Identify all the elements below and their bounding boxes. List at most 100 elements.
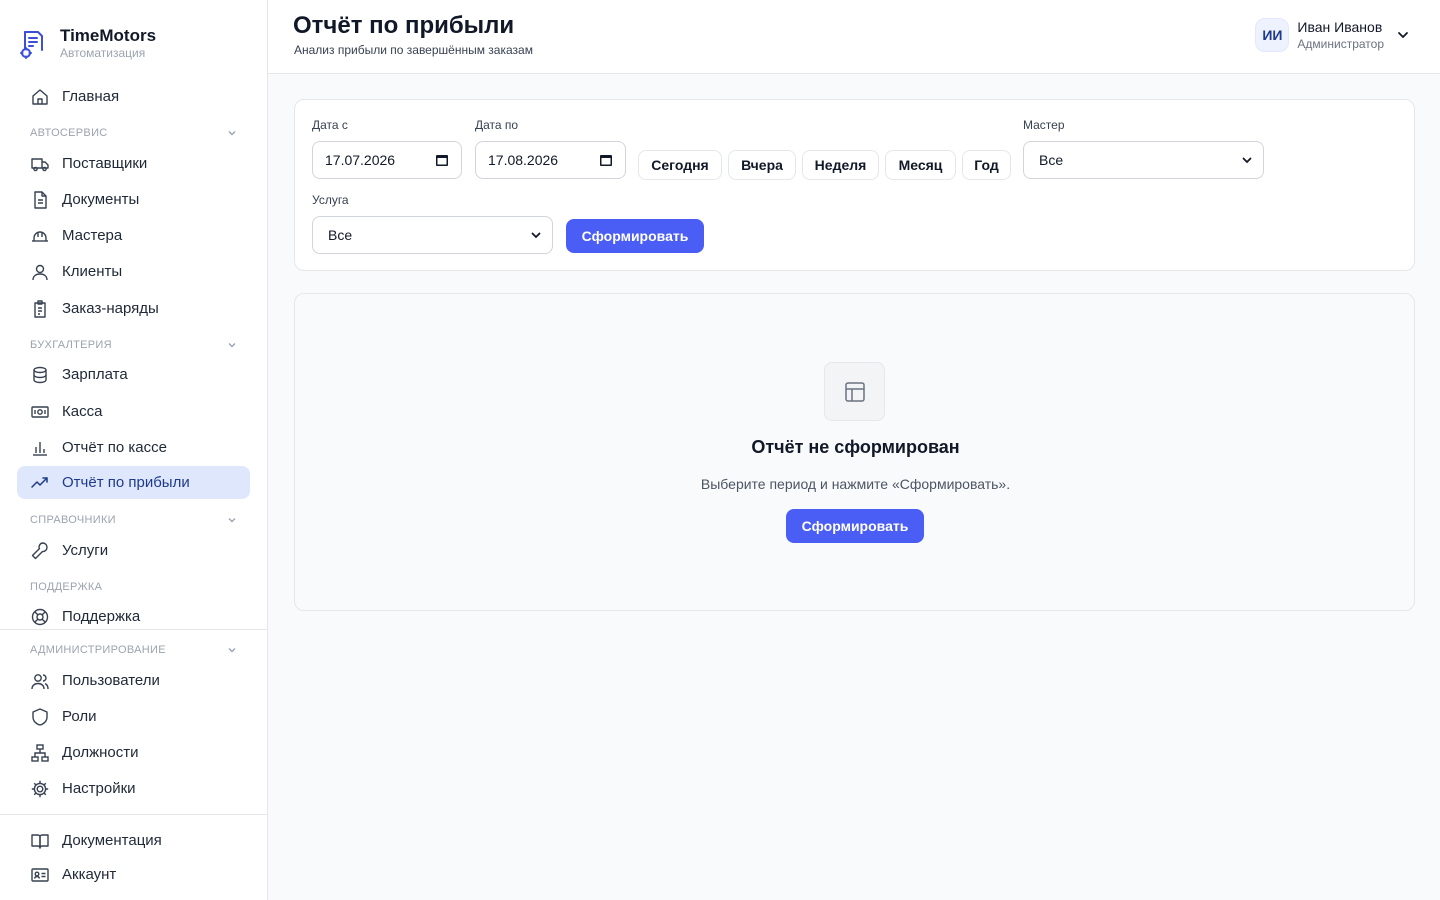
sidebar-item-label: Роли bbox=[62, 708, 97, 725]
date-from-input[interactable]: 17.07.2026 bbox=[312, 141, 462, 179]
sidebar-item-label: Документация bbox=[62, 832, 162, 849]
sidebar-item-roles[interactable]: Роли bbox=[17, 700, 250, 733]
page-title: Отчёт по прибыли bbox=[293, 12, 515, 39]
sidebar-item-label: Касса bbox=[62, 403, 103, 420]
date-from-value: 17.07.2026 bbox=[325, 152, 396, 168]
sidebar-item-cash[interactable]: Касса bbox=[17, 395, 250, 428]
sidebar-item-label: Поставщики bbox=[62, 155, 148, 172]
chevron-down-icon bbox=[228, 131, 236, 136]
empty-state: Отчёт не сформирован Выберите период и н… bbox=[294, 293, 1415, 611]
user-role: Администратор bbox=[1297, 37, 1384, 51]
sidebar-divider bbox=[0, 814, 267, 815]
section-label: АДМИНИСТРИРОВАНИЕ bbox=[30, 644, 166, 656]
section-label: БУХГАЛТЕРИЯ bbox=[30, 339, 112, 351]
quick-yesterday-button[interactable]: Вчера bbox=[728, 150, 796, 180]
chevron-down-icon bbox=[228, 648, 236, 653]
user-icon bbox=[30, 262, 50, 282]
bar-chart-icon bbox=[30, 438, 50, 458]
page-subtitle: Анализ прибыли по завершённым заказам bbox=[294, 43, 533, 57]
sidebar-item-orders[interactable]: Заказ-наряды bbox=[17, 292, 250, 325]
sidebar-item-documents[interactable]: Документы bbox=[17, 183, 250, 216]
org-chart-icon bbox=[30, 743, 50, 763]
sidebar-item-docs[interactable]: Документация bbox=[17, 824, 250, 857]
sidebar-item-label: Аккаунт bbox=[62, 866, 117, 883]
sidebar-divider bbox=[0, 629, 267, 630]
calendar-icon[interactable] bbox=[435, 153, 449, 167]
section-admin[interactable]: АДМИНИСТРИРОВАНИЕ bbox=[30, 643, 250, 657]
quick-today-button[interactable]: Сегодня bbox=[638, 150, 722, 180]
master-select[interactable]: Все bbox=[1023, 141, 1264, 179]
sidebar-item-clients[interactable]: Клиенты bbox=[17, 255, 250, 288]
date-to-label: Дата по bbox=[475, 118, 519, 132]
user-name: Иван Иванов bbox=[1297, 19, 1383, 35]
lifebuoy-icon bbox=[30, 607, 50, 627]
wrench-icon bbox=[30, 541, 50, 561]
section-autoservice[interactable]: АВТОСЕРВИС bbox=[30, 126, 250, 140]
master-label: Мастер bbox=[1023, 118, 1065, 132]
quick-year-button[interactable]: Год bbox=[962, 150, 1011, 180]
layout-icon bbox=[824, 362, 885, 421]
sidebar-item-label: Отчёт по прибыли bbox=[62, 474, 190, 491]
truck-icon bbox=[30, 154, 50, 174]
sidebar-item-settings[interactable]: Настройки bbox=[17, 772, 250, 805]
sidebar-item-profit-report[interactable]: Отчёт по прибыли bbox=[17, 466, 250, 499]
brand-subtitle: Автоматизация bbox=[60, 46, 146, 60]
sidebar-item-label: Клиенты bbox=[62, 263, 123, 280]
brand[interactable]: TimeMotors Автоматизация bbox=[17, 27, 156, 61]
filter-panel: Дата с 17.07.2026 Дата по 17.08.2026 Сег… bbox=[294, 99, 1415, 271]
sidebar-item-users[interactable]: Пользователи bbox=[17, 664, 250, 697]
date-to-value: 17.08.2026 bbox=[488, 152, 559, 168]
empty-state-text: Выберите период и нажмите «Сформировать»… bbox=[700, 476, 1011, 492]
quick-week-button[interactable]: Неделя bbox=[802, 150, 879, 180]
sidebar: TimeMotors Автоматизация Главная АВТОСЕР… bbox=[0, 0, 268, 900]
sidebar-item-services[interactable]: Услуги bbox=[17, 534, 250, 567]
master-select-value: Все bbox=[1039, 152, 1064, 168]
shield-icon bbox=[30, 707, 50, 727]
section-references[interactable]: СПРАВОЧНИКИ bbox=[30, 513, 250, 527]
sidebar-item-home[interactable]: Главная bbox=[17, 80, 250, 113]
sidebar-item-label: Поддержка bbox=[62, 608, 141, 625]
sidebar-item-label: Настройки bbox=[62, 780, 136, 797]
clipboard-icon bbox=[30, 299, 50, 319]
chevron-down-icon bbox=[228, 343, 236, 348]
user-menu[interactable]: ИИ Иван Иванов Администратор bbox=[1255, 18, 1410, 52]
section-support: ПОДДЕРЖКА bbox=[30, 580, 250, 594]
sidebar-item-label: Зарплата bbox=[62, 366, 128, 383]
sidebar-item-label: Мастера bbox=[62, 227, 123, 244]
date-from-label: Дата с bbox=[312, 118, 348, 132]
quick-month-button[interactable]: Месяц bbox=[885, 150, 956, 180]
book-icon bbox=[30, 831, 50, 851]
service-label: Услуга bbox=[312, 193, 349, 207]
banknote-icon bbox=[30, 402, 50, 422]
service-select-value: Все bbox=[328, 227, 353, 243]
sidebar-item-label: Главная bbox=[62, 88, 120, 105]
sidebar-item-positions[interactable]: Должности bbox=[17, 736, 250, 769]
empty-state-generate-button[interactable]: Сформировать bbox=[786, 509, 924, 543]
avatar: ИИ bbox=[1255, 18, 1290, 52]
page-header: Отчёт по прибыли Анализ прибыли по завер… bbox=[268, 0, 1440, 74]
chevron-down-icon bbox=[1242, 157, 1252, 164]
sidebar-item-salary[interactable]: Зарплата bbox=[17, 358, 250, 391]
generate-report-button[interactable]: Сформировать bbox=[566, 219, 704, 253]
sidebar-item-account[interactable]: Аккаунт bbox=[17, 858, 250, 891]
chevron-down-icon bbox=[228, 518, 236, 523]
users-icon bbox=[30, 671, 50, 691]
gear-icon bbox=[30, 779, 50, 799]
section-label: СПРАВОЧНИКИ bbox=[30, 514, 116, 526]
service-select[interactable]: Все bbox=[312, 216, 553, 254]
sidebar-item-label: Пользователи bbox=[62, 672, 160, 689]
sidebar-item-suppliers[interactable]: Поставщики bbox=[17, 147, 250, 180]
empty-state-title: Отчёт не сформирован bbox=[751, 437, 960, 457]
sidebar-item-label: Услуги bbox=[62, 542, 109, 559]
sidebar-item-cash-report[interactable]: Отчёт по кассе bbox=[17, 431, 250, 464]
section-accounting[interactable]: БУХГАЛТЕРИЯ bbox=[30, 338, 250, 352]
database-icon bbox=[30, 365, 50, 385]
sidebar-item-masters[interactable]: Мастера bbox=[17, 219, 250, 252]
chevron-down-icon bbox=[531, 232, 541, 239]
chevron-down-icon bbox=[1398, 32, 1408, 39]
trending-up-icon bbox=[30, 473, 50, 493]
calendar-icon[interactable] bbox=[599, 153, 613, 167]
section-label: ПОДДЕРЖКА bbox=[30, 581, 103, 593]
date-to-input[interactable]: 17.08.2026 bbox=[475, 141, 626, 179]
hard-hat-icon bbox=[30, 226, 50, 246]
